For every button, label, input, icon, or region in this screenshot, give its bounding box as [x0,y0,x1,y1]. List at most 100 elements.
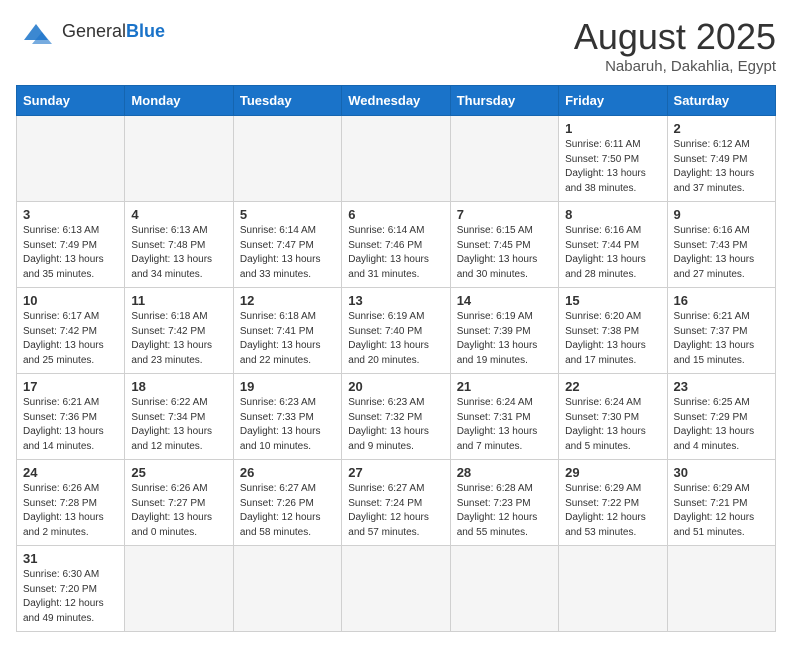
day-info: Sunrise: 6:26 AM Sunset: 7:27 PM Dayligh… [131,482,226,540]
day-cell: 15 Sunrise: 6:20 AM Sunset: 7:38 PM Dayli… [559,288,667,374]
day-cell: 23Sunrise: 6:25 AM Sunset: 7:29 PM Dayli… [667,374,775,460]
day-info: Sunrise: 6:20 AM Sunset: 7:38 PM Dayligh… [565,310,660,368]
day-number: 25 [131,465,226,480]
day-number: 5 [240,207,335,222]
day-cell: 22 Sunrise: 6:24 AM Sunset: 7:30 PM Dayli… [559,374,667,460]
day-cell: 12Sunrise: 6:18 AM Sunset: 7:41 PM Dayli… [233,288,341,374]
day-info: Sunrise: 6:30 AM Sunset: 7:20 PM Dayligh… [23,568,118,626]
day-number: 2 [674,121,769,136]
day-info: Sunrise: 6:13 AM Sunset: 7:49 PM Dayligh… [23,224,118,282]
day-cell: 1 Sunrise: 6:11 AM Sunset: 7:50 PM Daylig… [559,116,667,202]
week-row-5: 31 Sunrise: 6:30 AM Sunset: 7:20 PM Dayli… [17,546,776,632]
day-number: 31 [23,551,118,566]
week-row-1: 3 Sunrise: 6:13 AM Sunset: 7:49 PM Daylig… [17,202,776,288]
day-info: Sunrise: 6:18 AM Sunset: 7:41 PM Dayligh… [240,310,335,368]
day-cell: 4Sunrise: 6:13 AM Sunset: 7:48 PM Daylig… [125,202,233,288]
day-cell: 30 Sunrise: 6:29 AM Sunset: 7:21 PM Dayli… [667,460,775,546]
day-info: Sunrise: 6:11 AM Sunset: 7:50 PM Dayligh… [565,138,660,196]
month-title: August 2025 [574,16,776,58]
day-number: 21 [457,379,552,394]
day-cell [233,116,341,202]
day-cell: 10 Sunrise: 6:17 AM Sunset: 7:42 PM Dayli… [17,288,125,374]
day-info: Sunrise: 6:21 AM Sunset: 7:37 PM Dayligh… [674,310,769,368]
day-cell: 17Sunrise: 6:21 AM Sunset: 7:36 PM Dayli… [17,374,125,460]
day-info: Sunrise: 6:16 AM Sunset: 7:44 PM Dayligh… [565,224,660,282]
day-number: 22 [565,379,660,394]
day-number: 6 [348,207,443,222]
day-number: 19 [240,379,335,394]
day-number: 24 [23,465,118,480]
day-cell [450,116,558,202]
day-cell: 19 Sunrise: 6:23 AM Sunset: 7:33 PM Dayli… [233,374,341,460]
day-info: Sunrise: 6:23 AM Sunset: 7:32 PM Dayligh… [348,396,443,454]
day-cell: 9Sunrise: 6:16 AM Sunset: 7:43 PM Daylig… [667,202,775,288]
week-row-0: 1 Sunrise: 6:11 AM Sunset: 7:50 PM Daylig… [17,116,776,202]
day-info: Sunrise: 6:29 AM Sunset: 7:21 PM Dayligh… [674,482,769,540]
day-number: 13 [348,293,443,308]
week-row-3: 17Sunrise: 6:21 AM Sunset: 7:36 PM Dayli… [17,374,776,460]
day-number: 4 [131,207,226,222]
day-number: 15 [565,293,660,308]
day-info: Sunrise: 6:23 AM Sunset: 7:33 PM Dayligh… [240,396,335,454]
day-cell: 27 Sunrise: 6:27 AM Sunset: 7:24 PM Dayli… [342,460,450,546]
day-cell: 29 Sunrise: 6:29 AM Sunset: 7:22 PM Dayli… [559,460,667,546]
day-cell: 7Sunrise: 6:15 AM Sunset: 7:45 PM Daylig… [450,202,558,288]
week-row-4: 24 Sunrise: 6:26 AM Sunset: 7:28 PM Dayli… [17,460,776,546]
weekday-header-sunday: Sunday [17,86,125,116]
weekday-header-saturday: Saturday [667,86,775,116]
day-number: 30 [674,465,769,480]
day-number: 27 [348,465,443,480]
day-cell: 16 Sunrise: 6:21 AM Sunset: 7:37 PM Dayli… [667,288,775,374]
day-number: 3 [23,207,118,222]
day-info: Sunrise: 6:12 AM Sunset: 7:49 PM Dayligh… [674,138,769,196]
day-info: Sunrise: 6:14 AM Sunset: 7:47 PM Dayligh… [240,224,335,282]
day-cell: 8Sunrise: 6:16 AM Sunset: 7:44 PM Daylig… [559,202,667,288]
weekday-header-thursday: Thursday [450,86,558,116]
day-info: Sunrise: 6:26 AM Sunset: 7:28 PM Dayligh… [23,482,118,540]
logo: GeneralBlue [16,16,165,48]
day-cell: 31 Sunrise: 6:30 AM Sunset: 7:20 PM Dayli… [17,546,125,632]
logo-icon [16,16,56,48]
day-info: Sunrise: 6:24 AM Sunset: 7:30 PM Dayligh… [565,396,660,454]
day-cell: 14Sunrise: 6:19 AM Sunset: 7:39 PM Dayli… [450,288,558,374]
day-number: 17 [23,379,118,394]
day-number: 9 [674,207,769,222]
day-number: 11 [131,293,226,308]
day-info: Sunrise: 6:27 AM Sunset: 7:24 PM Dayligh… [348,482,443,540]
day-info: Sunrise: 6:17 AM Sunset: 7:42 PM Dayligh… [23,310,118,368]
day-info: Sunrise: 6:14 AM Sunset: 7:46 PM Dayligh… [348,224,443,282]
day-info: Sunrise: 6:29 AM Sunset: 7:22 PM Dayligh… [565,482,660,540]
location: Nabaruh, Dakahlia, Egypt [574,58,776,75]
title-area: August 2025 Nabaruh, Dakahlia, Egypt [574,16,776,75]
day-cell [559,546,667,632]
day-cell: 25 Sunrise: 6:26 AM Sunset: 7:27 PM Dayli… [125,460,233,546]
day-cell [342,116,450,202]
day-cell [342,546,450,632]
day-info: Sunrise: 6:22 AM Sunset: 7:34 PM Dayligh… [131,396,226,454]
day-cell: 28Sunrise: 6:28 AM Sunset: 7:23 PM Dayli… [450,460,558,546]
day-cell: 6 Sunrise: 6:14 AM Sunset: 7:46 PM Daylig… [342,202,450,288]
day-number: 28 [457,465,552,480]
day-cell [17,116,125,202]
day-number: 1 [565,121,660,136]
weekday-header-friday: Friday [559,86,667,116]
day-cell: 3 Sunrise: 6:13 AM Sunset: 7:49 PM Daylig… [17,202,125,288]
day-info: Sunrise: 6:18 AM Sunset: 7:42 PM Dayligh… [131,310,226,368]
weekday-header-wednesday: Wednesday [342,86,450,116]
day-number: 23 [674,379,769,394]
day-number: 7 [457,207,552,222]
week-row-2: 10 Sunrise: 6:17 AM Sunset: 7:42 PM Dayli… [17,288,776,374]
day-cell: 21Sunrise: 6:24 AM Sunset: 7:31 PM Dayli… [450,374,558,460]
day-number: 29 [565,465,660,480]
day-cell [233,546,341,632]
day-cell: 13Sunrise: 6:19 AM Sunset: 7:40 PM Dayli… [342,288,450,374]
day-cell: 20 Sunrise: 6:23 AM Sunset: 7:32 PM Dayli… [342,374,450,460]
day-cell [125,546,233,632]
day-cell [125,116,233,202]
day-number: 20 [348,379,443,394]
day-number: 10 [23,293,118,308]
weekday-header-tuesday: Tuesday [233,86,341,116]
day-cell [450,546,558,632]
day-cell: 24 Sunrise: 6:26 AM Sunset: 7:28 PM Dayli… [17,460,125,546]
day-number: 16 [674,293,769,308]
